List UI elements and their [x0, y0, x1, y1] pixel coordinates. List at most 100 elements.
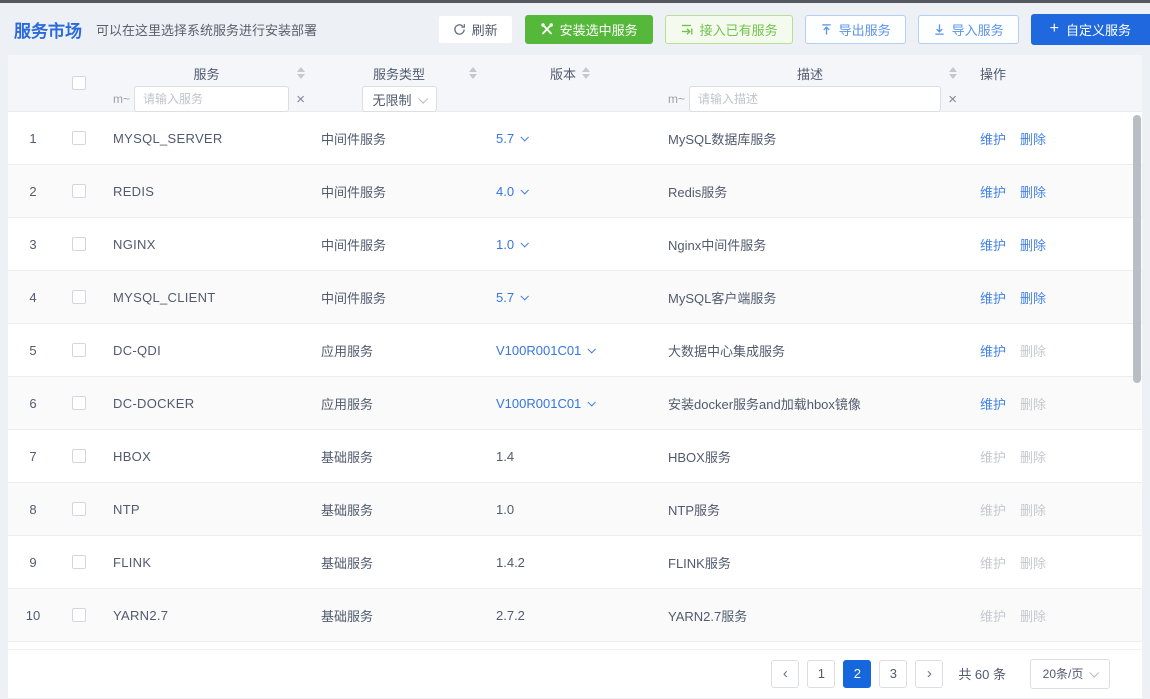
export-services-button[interactable]: 导出服务 — [805, 15, 906, 44]
maintain-link[interactable]: 维护 — [980, 291, 1006, 306]
type-sort-icon[interactable] — [469, 67, 477, 79]
row-checkbox-cell — [58, 237, 100, 251]
table-row: 2REDIS中间件服务4.0Redis服务维护删除 — [8, 165, 1142, 218]
row-checkbox[interactable] — [72, 343, 86, 357]
chevron-down-icon — [588, 345, 596, 353]
row-index: 6 — [8, 396, 58, 411]
version-select[interactable]: V100R001C01 — [496, 396, 594, 411]
delete-link: 删除 — [1020, 397, 1046, 412]
index-column-header — [8, 55, 58, 111]
refresh-icon — [453, 23, 466, 36]
custom-service-button[interactable]: + 自定义服务 — [1031, 14, 1150, 45]
chevron-down-icon — [521, 186, 529, 194]
service-description: NTP服务 — [655, 500, 965, 519]
page-button-3[interactable]: 3 — [879, 660, 907, 688]
refresh-button[interactable]: 刷新 — [438, 15, 513, 44]
service-name: YARN2.7 — [100, 608, 313, 623]
version-select[interactable]: 4.0 — [496, 184, 527, 199]
version-select[interactable]: 5.7 — [496, 290, 527, 305]
service-name: FLINK — [100, 555, 313, 570]
row-checkbox[interactable] — [72, 290, 86, 304]
delete-link[interactable]: 删除 — [1020, 291, 1046, 306]
service-description: Redis服务 — [655, 182, 965, 201]
version-select[interactable]: 1.0 — [496, 237, 527, 252]
row-checkbox[interactable] — [72, 396, 86, 410]
actions-column-header: 操作 — [965, 55, 1142, 111]
description-filter-input[interactable] — [689, 86, 941, 112]
delete-link[interactable]: 删除 — [1020, 132, 1046, 147]
service-name: MYSQL_SERVER — [100, 131, 313, 146]
version-select[interactable]: V100R001C01 — [496, 343, 594, 358]
row-checkbox-cell — [58, 131, 100, 145]
version-select[interactable]: 5.7 — [496, 131, 527, 146]
vertical-scrollbar-thumb[interactable] — [1133, 115, 1141, 383]
next-page-button[interactable]: › — [915, 660, 943, 688]
page-button-1[interactable]: 1 — [807, 660, 835, 688]
delete-link: 删除 — [1020, 503, 1046, 518]
delete-link: 删除 — [1020, 450, 1046, 465]
service-sort-icon[interactable] — [297, 67, 305, 79]
service-description: Nginx中间件服务 — [655, 235, 965, 254]
clear-service-filter-icon[interactable]: × — [296, 92, 305, 107]
maintain-link[interactable]: 维护 — [980, 344, 1006, 359]
chevron-right-icon: › — [927, 665, 932, 682]
row-actions: 维护删除 — [965, 341, 1142, 360]
maintain-link[interactable]: 维护 — [980, 185, 1006, 200]
version-cell: 4.0 — [485, 184, 655, 199]
service-name: DC-DOCKER — [100, 396, 313, 411]
service-type: 基础服务 — [313, 606, 485, 625]
delete-link[interactable]: 删除 — [1020, 185, 1046, 200]
select-all-checkbox[interactable] — [72, 76, 86, 90]
service-type: 中间件服务 — [313, 288, 485, 307]
install-selected-button[interactable]: 安装选中服务 — [525, 15, 653, 44]
import-services-button[interactable]: 导入服务 — [918, 15, 1019, 44]
delete-link[interactable]: 删除 — [1020, 238, 1046, 253]
maintain-link[interactable]: 维护 — [980, 397, 1006, 412]
row-checkbox[interactable] — [72, 184, 86, 198]
version-column-header: 版本 — [485, 55, 655, 111]
row-checkbox[interactable] — [72, 502, 86, 516]
page-size-select[interactable]: 20条/页 — [1030, 659, 1110, 689]
table-row: 6DC-DOCKER应用服务V100R001C01安装docker服务and加载… — [8, 377, 1142, 430]
chevron-down-icon — [521, 133, 529, 141]
connect-existing-button[interactable]: 接入已有服务 — [665, 15, 793, 44]
row-checkbox-cell — [58, 555, 100, 569]
table-row: 3NGINX中间件服务1.0Nginx中间件服务维护删除 — [8, 218, 1142, 271]
clear-description-filter-icon[interactable]: × — [948, 92, 957, 107]
chevron-down-icon — [521, 292, 529, 300]
type-column-header: 服务类型 无限制 — [313, 55, 485, 111]
service-description: 大数据中心集成服务 — [655, 341, 965, 360]
service-column-label: 服务 — [193, 64, 219, 83]
description-sort-icon[interactable] — [949, 67, 957, 79]
maintain-link[interactable]: 维护 — [980, 238, 1006, 253]
row-actions: 维护删除 — [965, 394, 1142, 413]
table-header: 服务 m~ × 服务类型 无限制 版本 — [8, 55, 1142, 112]
version-value: 2.7.2 — [496, 608, 525, 623]
row-checkbox[interactable] — [72, 449, 86, 463]
service-type: 基础服务 — [313, 553, 485, 572]
table-row: 7HBOX基础服务1.4HBOX服务维护删除 — [8, 430, 1142, 483]
table-row: 5DC-QDI应用服务V100R001C01大数据中心集成服务维护删除 — [8, 324, 1142, 377]
row-checkbox[interactable] — [72, 555, 86, 569]
row-index: 8 — [8, 502, 58, 517]
maintain-link: 维护 — [980, 609, 1006, 624]
page-title: 服务市场 — [14, 17, 82, 42]
page-number-buttons: 123 — [799, 660, 907, 688]
row-index: 4 — [8, 290, 58, 305]
table-row: 1MYSQL_SERVER中间件服务5.7MySQL数据库服务维护删除 — [8, 112, 1142, 165]
maintain-link: 维护 — [980, 503, 1006, 518]
page-button-2[interactable]: 2 — [843, 660, 871, 688]
page-header: 服务市场 可以在这里选择系统服务进行安装部署 刷新 安装选中服务 接入已有服务 — [0, 3, 1150, 55]
service-name: HBOX — [100, 449, 313, 464]
row-checkbox[interactable] — [72, 608, 86, 622]
service-filter-input[interactable] — [134, 86, 289, 112]
maintain-link[interactable]: 维护 — [980, 132, 1006, 147]
service-type: 中间件服务 — [313, 182, 485, 201]
version-sort-icon[interactable] — [582, 67, 590, 79]
row-checkbox[interactable] — [72, 237, 86, 251]
row-checkbox[interactable] — [72, 131, 86, 145]
prev-page-button[interactable]: ‹ — [771, 660, 799, 688]
table-bottom-edge — [8, 642, 1142, 650]
type-filter-select[interactable]: 无限制 — [362, 86, 437, 112]
service-name: NTP — [100, 502, 313, 517]
